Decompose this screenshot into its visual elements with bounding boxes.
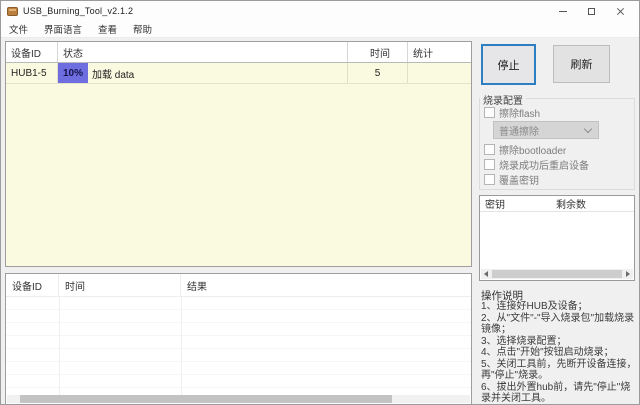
minimize-icon — [558, 10, 567, 12]
col-result[interactable]: 结果 — [181, 274, 471, 296]
key-table-scrollbar[interactable] — [481, 269, 633, 279]
col-time[interactable]: 时间 — [348, 42, 408, 62]
erase-mode-value: 普通擦除 — [499, 126, 539, 138]
erase-bootloader-checkbox[interactable]: 擦除bootloader — [484, 142, 566, 157]
maximize-icon — [588, 7, 595, 15]
col-time[interactable]: 时间 — [59, 274, 181, 296]
instruction-line: 2、从"文件"-"导入烧录包"加载烧录镜像； — [481, 312, 635, 336]
col-remaining[interactable]: 剩余数 — [554, 196, 586, 211]
col-status[interactable]: 状态 — [58, 42, 348, 62]
menu-bar: 文件 界面语言 查看 帮助 — [1, 21, 639, 38]
scroll-right-icon[interactable] — [623, 269, 633, 279]
app-window: USB_Burning_Tool_v2.1.2 文件 界面语言 查看 帮助 设备… — [0, 0, 640, 405]
stop-button[interactable]: 停止 — [481, 44, 536, 85]
col-stats[interactable]: 统计 — [408, 42, 471, 62]
menu-file[interactable]: 文件 — [1, 21, 36, 37]
status-cell: 10% 加载 data — [58, 63, 348, 83]
col-key[interactable]: 密钥 — [480, 196, 554, 211]
table-row[interactable]: HUB1-5 10% 加载 data 5 — [6, 63, 471, 84]
instruction-line: 1、连接好HUB及设备； — [481, 301, 588, 312]
key-table-header: 密钥 剩余数 — [480, 196, 634, 212]
instruction-line: 4、点击"开始"按钮启动烧录； — [481, 347, 614, 358]
menu-view[interactable]: 查看 — [90, 21, 125, 37]
window-controls — [548, 1, 635, 21]
erase-bootloader-label: 擦除bootloader — [499, 146, 567, 157]
column-divider — [181, 297, 182, 395]
column-divider — [59, 297, 60, 395]
scrollbar-thumb[interactable] — [20, 395, 392, 403]
erase-mode-select[interactable]: 普通擦除 — [493, 121, 599, 139]
checkbox-icon — [484, 159, 495, 170]
erase-flash-label: 擦除flash — [499, 109, 541, 120]
time-cell: 5 — [348, 63, 408, 83]
instruction-line: 6、拔出外置hub前，请先"停止"烧录并关闭工具。 — [481, 381, 631, 405]
scroll-left-icon[interactable] — [481, 269, 491, 279]
status-text: 加载 data — [92, 69, 135, 81]
progress-bar: 10% — [58, 63, 88, 83]
maximize-button[interactable] — [577, 1, 606, 21]
reboot-after-success-checkbox[interactable]: 烧录成功后重启设备 — [484, 157, 589, 172]
overwrite-key-label: 覆盖密钥 — [499, 176, 539, 187]
checkbox-icon — [484, 144, 495, 155]
overwrite-key-checkbox[interactable]: 覆盖密钥 — [484, 172, 539, 187]
instruction-line: 5、关闭工具前，先断开设备连接，再"停止"烧录。 — [481, 358, 637, 382]
chevron-down-icon — [583, 124, 593, 133]
refresh-button[interactable]: 刷新 — [553, 45, 610, 83]
app-icon — [7, 6, 18, 16]
scrollbar-thumb[interactable] — [492, 270, 622, 278]
result-table: 设备ID 时间 结果 — [5, 273, 472, 404]
close-icon — [616, 7, 625, 16]
result-table-header: 设备ID 时间 结果 — [6, 274, 471, 297]
menu-help[interactable]: 帮助 — [125, 21, 160, 37]
result-table-body — [6, 297, 471, 395]
minimize-button[interactable] — [548, 1, 577, 21]
menu-language[interactable]: 界面语言 — [36, 21, 90, 37]
device-table-header: 设备ID 状态 时间 统计 — [6, 42, 471, 63]
col-device-id[interactable]: 设备ID — [6, 274, 59, 296]
key-table: 密钥 剩余数 — [479, 195, 635, 281]
col-device-id[interactable]: 设备ID — [6, 42, 58, 62]
device-id-cell: HUB1-5 — [6, 63, 58, 83]
instruction-line: 3、选择烧录配置； — [481, 335, 567, 347]
checkbox-icon — [484, 107, 495, 118]
result-table-scrollbar[interactable] — [7, 395, 470, 403]
stats-cell — [408, 63, 471, 83]
reboot-after-success-label: 烧录成功后重启设备 — [499, 161, 589, 172]
erase-flash-checkbox[interactable]: 擦除flash — [484, 105, 540, 120]
window-title: USB_Burning_Tool_v2.1.2 — [23, 6, 134, 16]
checkbox-icon — [484, 174, 495, 185]
title-bar: USB_Burning_Tool_v2.1.2 — [1, 1, 639, 21]
device-table: 设备ID 状态 时间 统计 HUB1-5 10% 加载 data 5 — [5, 41, 472, 267]
close-button[interactable] — [606, 1, 635, 21]
instructions-text: 1、连接好HUB及设备； 2、从"文件"-"导入烧录包"加载烧录镜像； 3、选择… — [481, 301, 637, 405]
